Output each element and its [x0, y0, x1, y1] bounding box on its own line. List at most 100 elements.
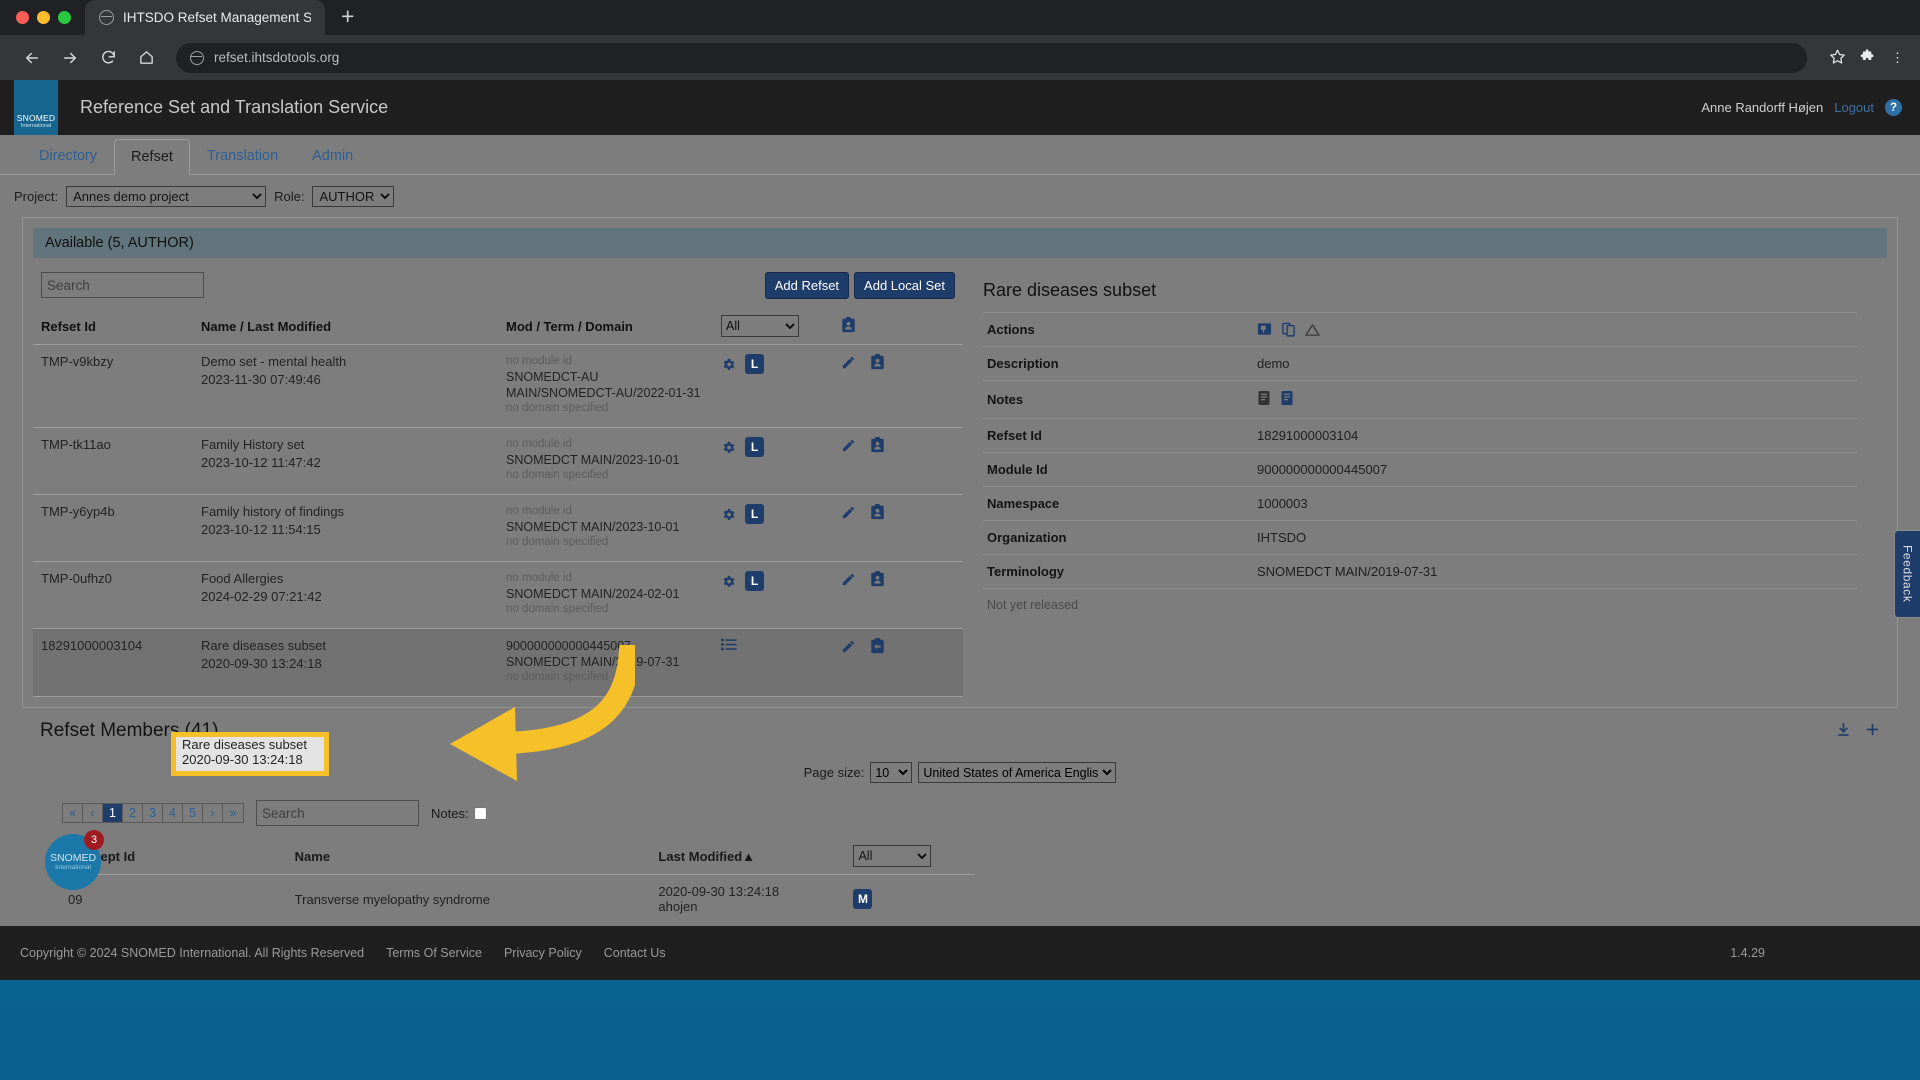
- page-prev[interactable]: ‹: [83, 804, 103, 822]
- browser-menu-icon[interactable]: ⋮: [1891, 50, 1904, 66]
- gear-icon[interactable]: [721, 440, 736, 455]
- clone-copy-icon[interactable]: [1281, 322, 1296, 337]
- download-icon[interactable]: [1836, 722, 1851, 740]
- note-blue-icon[interactable]: [1280, 390, 1294, 409]
- export-flag-icon[interactable]: [1257, 322, 1272, 337]
- add-member-icon[interactable]: [1865, 722, 1880, 740]
- forward-icon[interactable]: [54, 42, 86, 74]
- refset-name: Rare diseases subset: [201, 638, 327, 653]
- assign-user-icon[interactable]: [841, 316, 856, 333]
- minimize-window-button[interactable]: [37, 11, 50, 24]
- address-bar[interactable]: refset.ihtsdotools.org: [176, 42, 1807, 73]
- page-1[interactable]: 1: [103, 804, 123, 822]
- cell-refset-id: 18291000003104: [33, 628, 193, 697]
- table-row[interactable]: 18291000003104 Rare diseases subset 2020…: [33, 628, 963, 697]
- contact-us-link[interactable]: Contact Us: [604, 946, 666, 960]
- module-id: no module id: [506, 505, 572, 517]
- bookmark-star-icon[interactable]: [1829, 48, 1846, 68]
- edit-pencil-icon[interactable]: [841, 355, 856, 370]
- page-2[interactable]: 2: [123, 804, 143, 822]
- page-5[interactable]: 5: [183, 804, 203, 822]
- site-globe-icon: [190, 50, 204, 65]
- back-icon[interactable]: [16, 42, 48, 74]
- refset-search-input[interactable]: [41, 272, 204, 298]
- tab-translation[interactable]: Translation: [190, 138, 295, 174]
- members-search-input[interactable]: [256, 800, 419, 826]
- unassign-badge-icon[interactable]: [870, 638, 885, 654]
- member-badge-icon[interactable]: [870, 354, 885, 370]
- copyright-text: Copyright © 2024 SNOMED International. A…: [20, 946, 365, 960]
- edit-pencil-icon[interactable]: [841, 572, 856, 587]
- gear-icon[interactable]: [721, 507, 736, 522]
- cell-concept-id: 09: [68, 891, 83, 907]
- member-modified-date: 2020-09-30 13:24:18: [658, 884, 780, 899]
- language-select[interactable]: United States of America English: [918, 762, 1117, 783]
- edit-pencil-icon[interactable]: [841, 639, 856, 654]
- column-last-modified[interactable]: Last Modified▲: [652, 840, 848, 875]
- cell-refset-id: TMP-y6yp4b: [33, 494, 193, 562]
- member-badge-icon[interactable]: [870, 437, 885, 453]
- detail-row-description: Description demo: [983, 346, 1857, 381]
- terms-of-service-link[interactable]: Terms Of Service: [386, 946, 482, 960]
- gear-icon[interactable]: [721, 357, 736, 372]
- table-row[interactable]: 09 Transverse myelopathy syndrome 2020-0…: [62, 875, 974, 924]
- new-tab-button[interactable]: +: [341, 5, 354, 28]
- edit-pencil-icon[interactable]: [841, 505, 856, 520]
- detail-key: Description: [987, 356, 1059, 371]
- cell-refset-id: TMP-v9kbzy: [33, 344, 193, 428]
- app-header: SNOMED International Reference Set and T…: [0, 80, 1920, 135]
- role-select[interactable]: AUTHOR: [312, 186, 395, 207]
- extensions-puzzle-icon[interactable]: [1860, 48, 1877, 68]
- reload-icon[interactable]: [92, 42, 124, 74]
- column-filter-cell: All: [713, 309, 833, 345]
- release-triangle-icon[interactable]: [1305, 323, 1320, 337]
- home-icon[interactable]: [130, 42, 162, 74]
- page-size-select[interactable]: 10: [870, 762, 913, 783]
- page-next[interactable]: ›: [203, 804, 223, 822]
- module-id: no module id: [506, 355, 572, 367]
- members-filter-select[interactable]: All: [853, 845, 932, 867]
- project-label: Project:: [14, 189, 59, 204]
- member-badge-icon[interactable]: [870, 504, 885, 520]
- add-local-set-button[interactable]: Add Local Set: [854, 272, 955, 299]
- snomed-logo-line1: SNOMED: [16, 113, 56, 123]
- tab-directory[interactable]: Directory: [22, 138, 114, 174]
- detail-key: Terminology: [987, 564, 1065, 579]
- refset-modified: 2024-02-29 07:21:42: [201, 589, 322, 604]
- terminology: SNOMEDCT MAIN/2019-07-31: [506, 655, 680, 669]
- page-first[interactable]: «: [63, 804, 83, 822]
- maximize-window-button[interactable]: [58, 11, 71, 24]
- browser-navbar: refset.ihtsdotools.org ⋮: [0, 35, 1920, 80]
- page-last[interactable]: »: [223, 804, 243, 822]
- privacy-policy-link[interactable]: Privacy Policy: [504, 946, 582, 960]
- table-row[interactable]: TMP-tk11ao Family History set 2023-10-12…: [33, 427, 963, 495]
- chat-support-bubble[interactable]: SNOMED International 3: [45, 830, 104, 890]
- cell-name: Food Allergies 2024-02-29 07:21:42: [193, 561, 498, 629]
- note-dark-icon[interactable]: [1257, 390, 1271, 409]
- cell-mod-term-domain: no module id SNOMEDCT MAIN/2023-10-01 no…: [498, 427, 713, 495]
- feedback-tab[interactable]: Feedback: [1894, 530, 1920, 618]
- tab-refset[interactable]: Refset: [114, 139, 190, 175]
- table-row[interactable]: TMP-y6yp4b Family history of findings 20…: [33, 494, 963, 562]
- cell-row-tools: L: [713, 427, 833, 495]
- table-row[interactable]: TMP-v9kbzy Demo set - mental health 2023…: [33, 344, 963, 428]
- detail-key: Refset Id: [987, 428, 1042, 443]
- page-4[interactable]: 4: [163, 804, 183, 822]
- member-badge-icon[interactable]: [870, 571, 885, 587]
- page-3[interactable]: 3: [143, 804, 163, 822]
- detail-key: Actions: [987, 322, 1035, 337]
- add-refset-button[interactable]: Add Refset: [764, 272, 850, 299]
- gear-icon[interactable]: [721, 574, 736, 589]
- project-select[interactable]: Annes demo project: [66, 186, 267, 207]
- tab-admin[interactable]: Admin: [295, 138, 370, 174]
- notes-filter-checkbox[interactable]: [473, 806, 487, 820]
- help-icon[interactable]: ?: [1885, 99, 1902, 116]
- table-row[interactable]: TMP-0ufhz0 Food Allergies 2024-02-29 07:…: [33, 561, 963, 629]
- browser-tab[interactable]: IHTSDO Refset Management Ser: [85, 0, 325, 35]
- edit-pencil-icon[interactable]: [841, 438, 856, 453]
- close-window-button[interactable]: [16, 11, 29, 24]
- refset-type-filter-select[interactable]: All: [721, 315, 799, 337]
- page-title: Reference Set and Translation Service: [80, 97, 389, 117]
- list-icon[interactable]: [721, 638, 737, 651]
- logout-link[interactable]: Logout: [1834, 100, 1874, 115]
